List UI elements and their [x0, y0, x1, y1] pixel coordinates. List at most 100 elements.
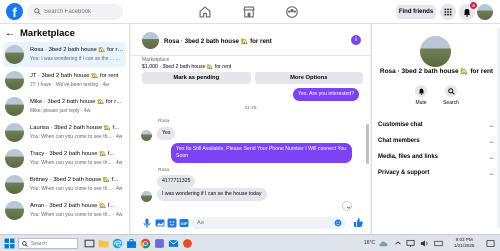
microphone-icon[interactable] [143, 218, 151, 228]
chevron-up-icon[interactable] [394, 239, 402, 247]
details-title: Rosa · 3bed 2 bath house 🏡 for rent [379, 68, 494, 75]
windows-start-icon[interactable] [4, 238, 15, 249]
network-icon[interactable] [406, 239, 415, 248]
taskbar-search-input[interactable] [31, 240, 77, 248]
grid-menu-icon [444, 8, 452, 16]
marketplace-inbox: ← Marketplace Rosa · 3bed 2 bath house 🏡… [0, 24, 130, 234]
facebook-logo[interactable]: f [6, 3, 23, 20]
taskbar-search[interactable] [18, 238, 78, 249]
conversation-snippet: You: I was wondering if I can se the ...… [30, 56, 124, 62]
listing-thumbnail [5, 175, 24, 194]
listing-thumbnail [5, 97, 24, 116]
conversation-name: Tracy · 3bed 2 bath house 🏡 f... [30, 151, 115, 157]
chat-title[interactable]: Rosa · 3bed 2 bath house 🏡 for rent [164, 37, 272, 45]
chat-scrollbar[interactable] [366, 124, 369, 164]
conversation-item[interactable]: Rosa · 3bed 2 bath house 🏡 for rent You:… [3, 42, 126, 67]
inbox-header: ← Marketplace [5, 28, 75, 39]
sticker-icon[interactable] [167, 218, 177, 228]
marketplace-icon[interactable] [242, 5, 256, 19]
search-box[interactable] [27, 4, 123, 20]
outgoing-message[interactable]: Yes Its Still Available, Please Send You… [171, 143, 352, 163]
conversation-snippet: You: When can you come to see th... · 4w [30, 134, 123, 140]
find-friends-button[interactable]: Find friends [396, 5, 436, 19]
thumbs-up-icon[interactable] [353, 217, 363, 228]
weather-temperature[interactable]: 16°C [364, 240, 375, 246]
sender-avatar[interactable] [141, 130, 152, 141]
message-input-field[interactable] [191, 217, 346, 229]
chat-members-section[interactable]: Chat members ⌄ [378, 138, 496, 145]
message-input[interactable] [197, 219, 327, 227]
scroll-to-bottom-button[interactable] [342, 201, 352, 211]
menu-button[interactable] [440, 4, 456, 20]
marketplace-label: Marketplace [142, 57, 170, 63]
edge-icon[interactable] [112, 238, 123, 249]
home-icon[interactable] [198, 5, 212, 19]
conversation-item[interactable]: Mike · 3bed 2 bath house 🏡 for rent Mike… [3, 94, 126, 119]
conversation-item[interactable]: Britney · 3bed 2 bath house 🏡 f... You: … [3, 172, 126, 197]
search-icon [22, 241, 28, 247]
volume-icon[interactable] [420, 239, 429, 248]
windows-taskbar: 16°C 9:03 PM 1/21/2025 [0, 234, 500, 251]
search-icon [34, 8, 41, 15]
listing-photo[interactable] [420, 36, 451, 67]
keyboard-icon[interactable] [434, 239, 443, 248]
listing-thumbnail [5, 149, 24, 168]
clock-date: 1/21/2025 [454, 243, 475, 248]
listing-summary[interactable]: $1,000 · 3bed 2 bath house 🏡 for rent [142, 64, 231, 70]
search-action[interactable]: Search [436, 85, 466, 106]
conversation-snippet: You: When can you come to see th... · 4w [30, 160, 123, 166]
mute-action[interactable]: Mute [406, 85, 436, 106]
chat-listing-thumbnail[interactable] [142, 32, 159, 49]
conversation-item[interactable]: Arran · 3bed 2 bath house 🏡 f... You: Wh… [3, 198, 126, 223]
conversation-snippet: JT: I have · We've been texting · 4w [30, 82, 109, 88]
notification-badge: 4 [470, 2, 477, 9]
customise-chat-section[interactable]: Customise chat ⌄ [378, 122, 496, 129]
listing-thumbnail [5, 201, 24, 220]
conversation-snippet: Mike: please just reply · 4w [30, 108, 91, 114]
groups-icon[interactable] [285, 5, 299, 19]
mark-as-pending-button[interactable]: Mark as pending [142, 72, 251, 84]
outgoing-message[interactable]: Yes. Are you interested? [293, 88, 360, 101]
conversation-name: Mike · 3bed 2 bath house 🏡 for rent [30, 99, 124, 105]
notifications-button[interactable]: 4 [459, 2, 477, 20]
file-explorer-icon[interactable] [98, 238, 109, 249]
incoming-message[interactable]: Yes [157, 127, 176, 140]
search-input[interactable] [44, 7, 120, 17]
incoming-message[interactable]: I was wondering if I can se the house to… [157, 188, 267, 201]
search-label: Search [443, 100, 459, 106]
info-icon[interactable]: i [351, 35, 361, 45]
mail-icon[interactable] [168, 238, 179, 249]
app-icon[interactable] [154, 238, 165, 249]
app-icon[interactable] [182, 238, 193, 249]
system-clock[interactable]: 9:03 PM 1/21/2025 [454, 237, 474, 249]
store-icon[interactable] [126, 238, 137, 249]
conversation-snippet: You: When can you come to see th... · 4w [30, 186, 123, 192]
privacy-support-section[interactable]: Privacy & support ⌄ [378, 170, 496, 177]
conversation-name: JT · 3bed 2 bath house 🏡 for rent [30, 73, 119, 79]
search-icon [447, 87, 455, 95]
more-options-button[interactable]: More Options [254, 72, 363, 84]
conversation-item[interactable]: JT · 3bed 2 bath house 🏡 for rent JT: I … [3, 68, 126, 93]
notification-center-icon[interactable] [486, 239, 495, 248]
chevron-down-icon: ⌄ [488, 171, 494, 177]
listing-thumbnail [5, 123, 24, 142]
incoming-message[interactable]: 4177711325 [157, 175, 196, 188]
media-files-links-section[interactable]: Media, files and links ⌄ [378, 154, 496, 161]
sender-avatar[interactable] [141, 191, 152, 202]
profile-avatar[interactable] [477, 4, 493, 20]
emoji-icon[interactable] [334, 219, 342, 227]
task-view-icon[interactable] [84, 238, 95, 249]
section-label: Privacy & support [378, 170, 430, 176]
image-icon[interactable] [155, 218, 165, 228]
message-thread: Yes. Are you interested? 21:25 Rosa Yes … [131, 86, 370, 212]
gif-icon[interactable]: GIF [179, 218, 189, 228]
conversation-item[interactable]: Tracy · 3bed 2 bath house 🏡 f... You: Wh… [3, 146, 126, 171]
sender-name: Rosa [158, 119, 170, 124]
listing-actions: Mark as pending More Options [142, 72, 363, 84]
chrome-icon[interactable] [140, 238, 151, 249]
conversation-name: Arran · 3bed 2 bath house 🏡 f... [30, 203, 115, 209]
section-label: Chat members [378, 138, 420, 144]
conversation-item[interactable]: Laurisa · 3bed 2 bath house 🏡 f... You: … [3, 120, 126, 145]
listing-thumbnail [5, 71, 24, 90]
back-arrow-icon[interactable]: ← [5, 28, 15, 39]
